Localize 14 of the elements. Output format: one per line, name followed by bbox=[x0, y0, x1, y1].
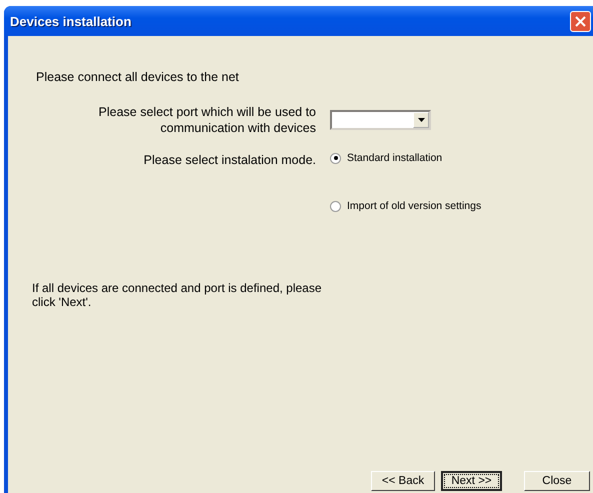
mode-label: Please select instalation mode. bbox=[142, 152, 316, 168]
intro-text: Please connect all devices to the net bbox=[36, 70, 240, 84]
window-title: Devices installation bbox=[10, 14, 132, 28]
dialog-button[interactable]: Close bbox=[524, 471, 590, 491]
close-button[interactable] bbox=[570, 10, 591, 32]
dialog-button[interactable]: << Back bbox=[371, 471, 435, 491]
port-label: Please select port which will be used to communication with devices bbox=[98, 104, 316, 136]
hint-text: If all devices are connected and port is defined, please click 'Next'. bbox=[32, 281, 323, 309]
mode-radio[interactable]: Import of old version settings bbox=[330, 200, 482, 212]
port-dropdown[interactable] bbox=[330, 110, 431, 130]
mode-radio[interactable]: Standard installation bbox=[330, 152, 482, 164]
dropdown-arrow-icon bbox=[418, 118, 424, 122]
close-icon bbox=[575, 16, 586, 26]
dialog-button[interactable]: Next >> bbox=[441, 471, 502, 491]
